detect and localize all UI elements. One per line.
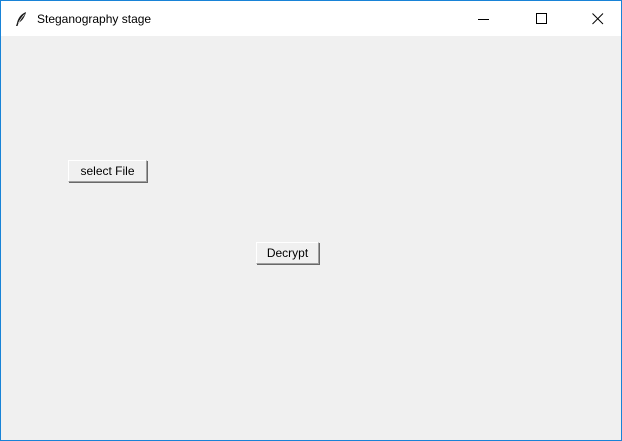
maximize-icon (536, 13, 547, 24)
decrypt-button[interactable]: Decrypt (256, 242, 319, 264)
feather-icon (13, 11, 29, 27)
select-file-button[interactable]: select File (68, 160, 147, 182)
app-window: Steganography stage select File Decrypt (0, 0, 622, 441)
title-bar[interactable]: Steganography stage (1, 1, 621, 36)
close-icon (592, 13, 604, 25)
window-title: Steganography stage (37, 12, 152, 26)
minimize-icon (478, 19, 489, 20)
maximize-button[interactable] (519, 1, 565, 36)
close-button[interactable] (575, 1, 621, 36)
minimize-button[interactable] (461, 1, 507, 36)
